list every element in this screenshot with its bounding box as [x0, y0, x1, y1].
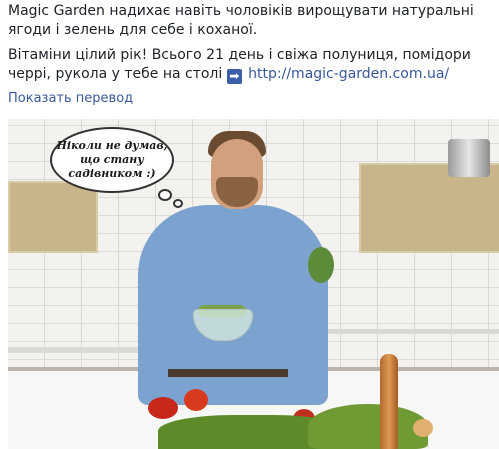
post-paragraph-1: Magic Garden надихає навіть чоловіків ви…	[8, 3, 474, 38]
steel-pot	[448, 139, 490, 177]
right-shelf	[328, 329, 499, 334]
post-image[interactable]: Ніколи не думав, що стану садівником :)	[8, 119, 499, 449]
plant-pot	[308, 247, 334, 283]
post: Magic Garden надихає навіть чоловіків ви…	[0, 0, 499, 449]
onions	[413, 419, 433, 437]
post-paragraph-2: Вітаміни цілий рік! Всього 21 день і сві…	[8, 46, 494, 84]
red-pepper-2	[184, 389, 208, 411]
man-belt	[168, 369, 288, 377]
post-link[interactable]: http://magic-garden.com.ua/	[248, 66, 449, 82]
pepper-mill	[380, 354, 398, 449]
speech-bubble: Ніколи не думав, що стану садівником :)	[50, 127, 174, 193]
post-text: Magic Garden надихає навіть чоловіків ви…	[8, 2, 494, 84]
green-herbs-right	[308, 404, 428, 449]
speech-bubble-text: Ніколи не думав, що стану садівником :)	[56, 139, 168, 180]
bubble-tail-dot-2	[173, 199, 183, 208]
bubble-tail-dot-1	[158, 189, 172, 201]
see-translation-link[interactable]: Показать перевод	[8, 91, 133, 106]
left-cabinet	[8, 181, 98, 253]
red-pepper	[148, 397, 178, 419]
right-arrow-emoji-icon: ➡	[226, 69, 242, 84]
